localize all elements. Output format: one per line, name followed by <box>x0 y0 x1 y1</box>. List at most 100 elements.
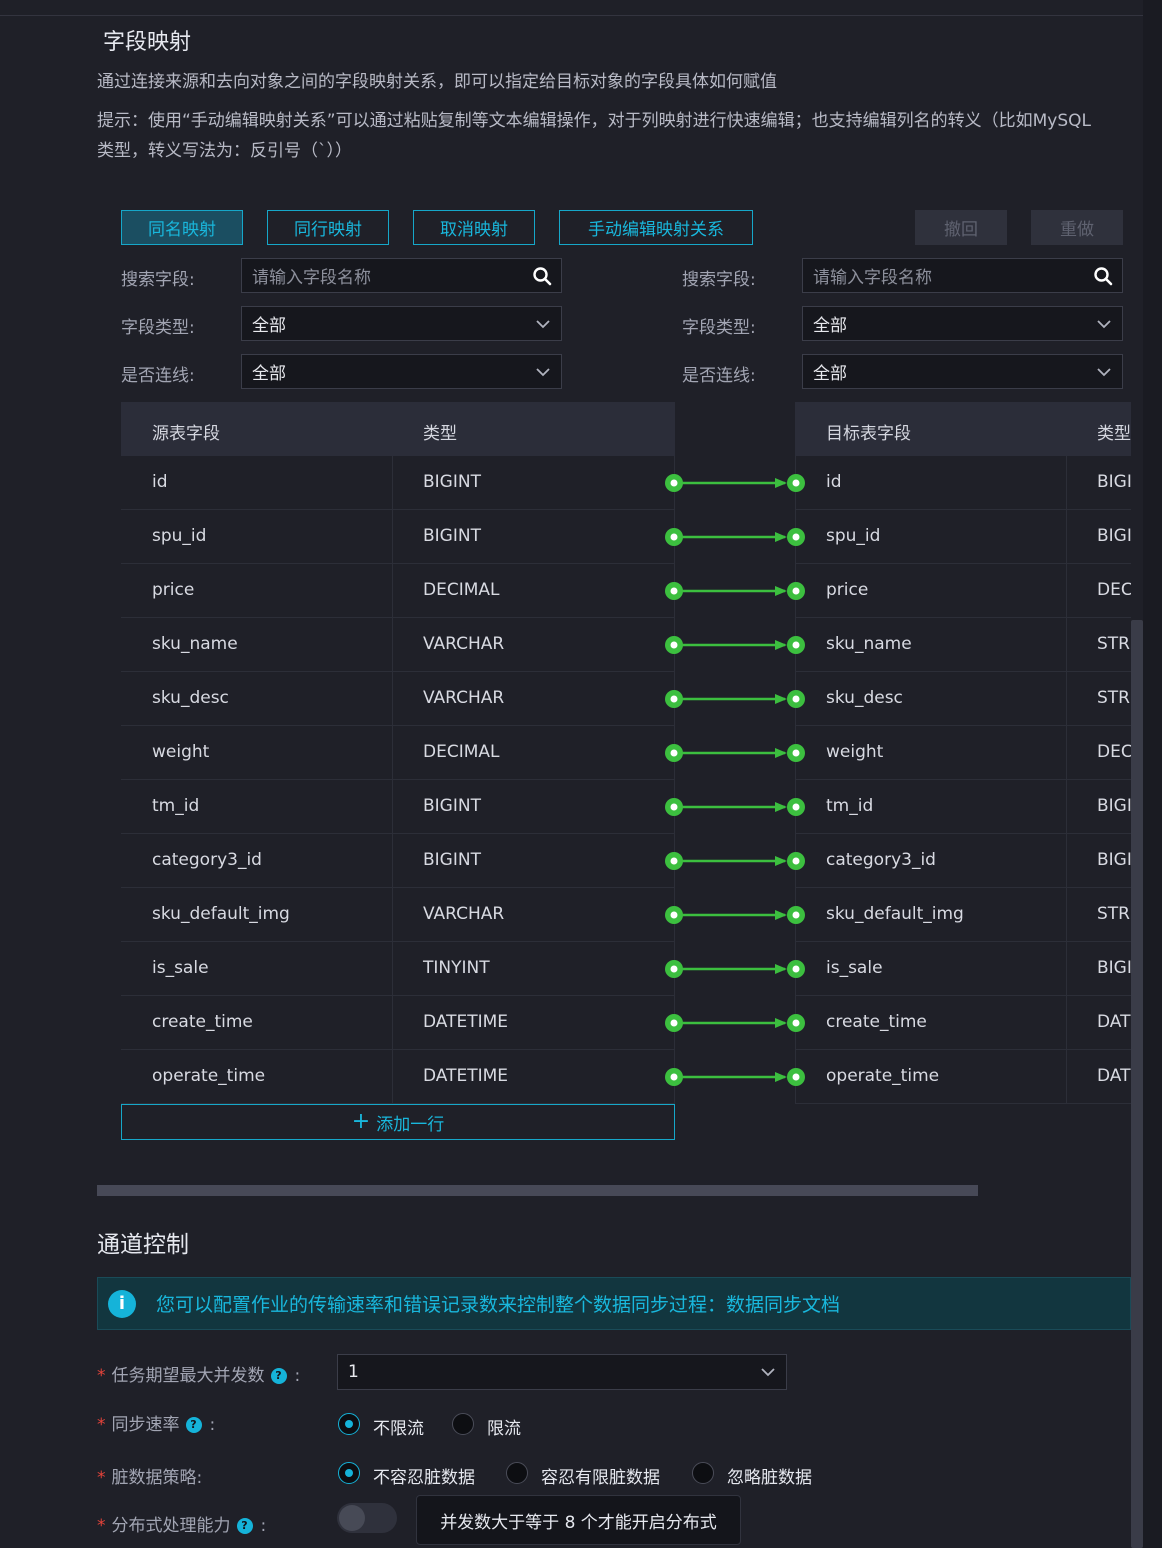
target-search-input[interactable]: 请输入字段名称 <box>802 258 1123 293</box>
target-table-row: create_time DATI <box>795 996 1131 1050</box>
link-handle-dot <box>792 1073 800 1081</box>
speed-limited-label[interactable]: 限流 <box>487 1414 521 1439</box>
colon: : <box>294 1366 301 1386</box>
source-search-input[interactable]: 请输入字段名称 <box>241 258 562 293</box>
mapping-description: 通过连接来源和去向对象之间的字段映射关系，即可以指定给目标对象的字段具体如何赋值 <box>97 72 777 92</box>
source-search-placeholder: 请输入字段名称 <box>252 268 371 288</box>
mapping-links <box>665 474 805 1086</box>
same-row-mapping-button[interactable]: 同行映射 <box>267 210 389 245</box>
target-field-name: create_time <box>826 1012 927 1032</box>
dirty-ignore-label[interactable]: 忽略脏数据 <box>727 1463 812 1488</box>
link-handle-dot <box>792 479 800 487</box>
target-field-name: tm_id <box>826 796 874 816</box>
plus-icon: + <box>351 1109 371 1134</box>
target-field-type: DATI <box>1097 1066 1131 1086</box>
target-table-row: id BIGI <box>795 456 1131 510</box>
page-right-gutter <box>1143 0 1162 1548</box>
target-field-name: category3_id <box>826 850 936 870</box>
target-field-type: DATI <box>1097 1012 1131 1032</box>
required-mark: * <box>97 1415 106 1435</box>
mapping-section-title: 字段映射 <box>103 30 192 55</box>
target-type-header: 类型 <box>1097 424 1131 444</box>
dirty-limited-radio[interactable] <box>506 1462 528 1484</box>
search-icon[interactable] <box>532 266 552 286</box>
speed-unlimited-radio[interactable] <box>338 1413 360 1435</box>
link-handle-dot <box>670 749 678 757</box>
target-linked-value: 全部 <box>813 364 847 384</box>
undo-button[interactable]: 撤回 <box>915 210 1007 245</box>
mapping-link-arrow <box>775 478 787 488</box>
target-linked-label: 是否连线: <box>682 366 756 386</box>
speed-limited-radio[interactable] <box>452 1413 474 1435</box>
link-handle-dot <box>792 965 800 973</box>
target-table-row: spu_id BIGI <box>795 510 1131 564</box>
concurrency-label: * 任务期望最大并发数?: <box>97 1361 300 1386</box>
source-table-row: category3_id BIGINT <box>121 834 675 888</box>
target-table-row: price DEC <box>795 564 1131 618</box>
mapping-link-arrow <box>775 910 787 920</box>
chevron-down-icon <box>536 320 550 329</box>
link-handle-dot <box>670 1073 678 1081</box>
help-icon[interactable]: ? <box>236 1517 253 1534</box>
manual-edit-mapping-button[interactable]: 手动编辑映射关系 <box>559 210 753 245</box>
chevron-down-icon <box>761 1368 775 1377</box>
dirty-data-label-text: 脏数据策略: <box>111 1468 203 1488</box>
target-field-type: STRI <box>1097 904 1131 924</box>
concurrency-select[interactable]: 1 <box>337 1354 787 1390</box>
source-field-name: weight <box>152 742 210 762</box>
target-field-header: 目标表字段 <box>826 424 911 444</box>
dirty-ignore-radio[interactable] <box>692 1462 714 1484</box>
target-type-select[interactable]: 全部 <box>802 306 1123 341</box>
source-field-type: VARCHAR <box>423 904 505 924</box>
source-field-type: DATETIME <box>423 1066 509 1086</box>
source-linked-select[interactable]: 全部 <box>241 354 562 389</box>
same-name-mapping-button[interactable]: 同名映射 <box>121 210 243 245</box>
source-field-type: VARCHAR <box>423 688 505 708</box>
source-field-name: spu_id <box>152 526 207 546</box>
search-icon[interactable] <box>1093 266 1113 286</box>
source-table-row: create_time DATETIME <box>121 996 675 1050</box>
source-field-name: create_time <box>152 1012 253 1032</box>
source-type-value: 全部 <box>252 316 286 336</box>
speed-label-text: 同步速率 <box>111 1415 180 1435</box>
target-linked-select[interactable]: 全部 <box>802 354 1123 389</box>
info-icon: i <box>108 1289 136 1318</box>
source-field-type: BIGINT <box>423 796 481 816</box>
channel-info-banner: i 您可以配置作业的传输速率和错误记录数来控制整个数据同步过程：数据同步文档 <box>97 1277 1131 1330</box>
target-field-type: STRI <box>1097 688 1131 708</box>
add-row-button[interactable]: + 添加一行 <box>121 1104 675 1140</box>
target-table-row: category3_id BIGI <box>795 834 1131 888</box>
vertical-scrollbar[interactable] <box>1131 620 1143 1548</box>
source-type-label: 字段类型: <box>121 318 195 338</box>
mapping-link-arrow <box>775 748 787 758</box>
source-field-type: DECIMAL <box>423 580 500 600</box>
link-handle-dot <box>670 1019 678 1027</box>
help-icon[interactable]: ? <box>270 1367 287 1384</box>
speed-label: * 同步速率?: <box>97 1410 215 1435</box>
source-table-row: id BIGINT <box>121 456 675 510</box>
speed-unlimited-label[interactable]: 不限流 <box>373 1414 424 1439</box>
required-mark: * <box>97 1366 106 1386</box>
source-type-select[interactable]: 全部 <box>241 306 562 341</box>
target-field-type: BIGI <box>1097 472 1131 492</box>
target-table-row: tm_id BIGI <box>795 780 1131 834</box>
dirty-none-radio[interactable] <box>338 1462 360 1484</box>
cancel-mapping-button[interactable]: 取消映射 <box>413 210 535 245</box>
redo-button[interactable]: 重做 <box>1031 210 1123 245</box>
mapping-link-arrow <box>775 640 787 650</box>
dirty-limited-label[interactable]: 容忍有限脏数据 <box>541 1463 660 1488</box>
source-field-type: TINYINT <box>423 958 490 978</box>
distributed-toggle[interactable] <box>337 1503 397 1533</box>
required-mark: * <box>97 1468 106 1488</box>
target-table-row: sku_name STRI <box>795 618 1131 672</box>
horizontal-scrollbar[interactable] <box>97 1185 978 1196</box>
target-table-row: sku_default_img STRI <box>795 888 1131 942</box>
distributed-tooltip: 并发数大于等于 8 个才能开启分布式 <box>416 1495 741 1545</box>
target-field-name: id <box>826 472 842 492</box>
source-linked-label: 是否连线: <box>121 366 195 386</box>
target-field-name: sku_desc <box>826 688 903 708</box>
link-handle-dot <box>670 857 678 865</box>
dirty-none-label[interactable]: 不容忍脏数据 <box>373 1463 475 1488</box>
link-handle-dot <box>670 587 678 595</box>
help-icon[interactable]: ? <box>185 1416 202 1433</box>
